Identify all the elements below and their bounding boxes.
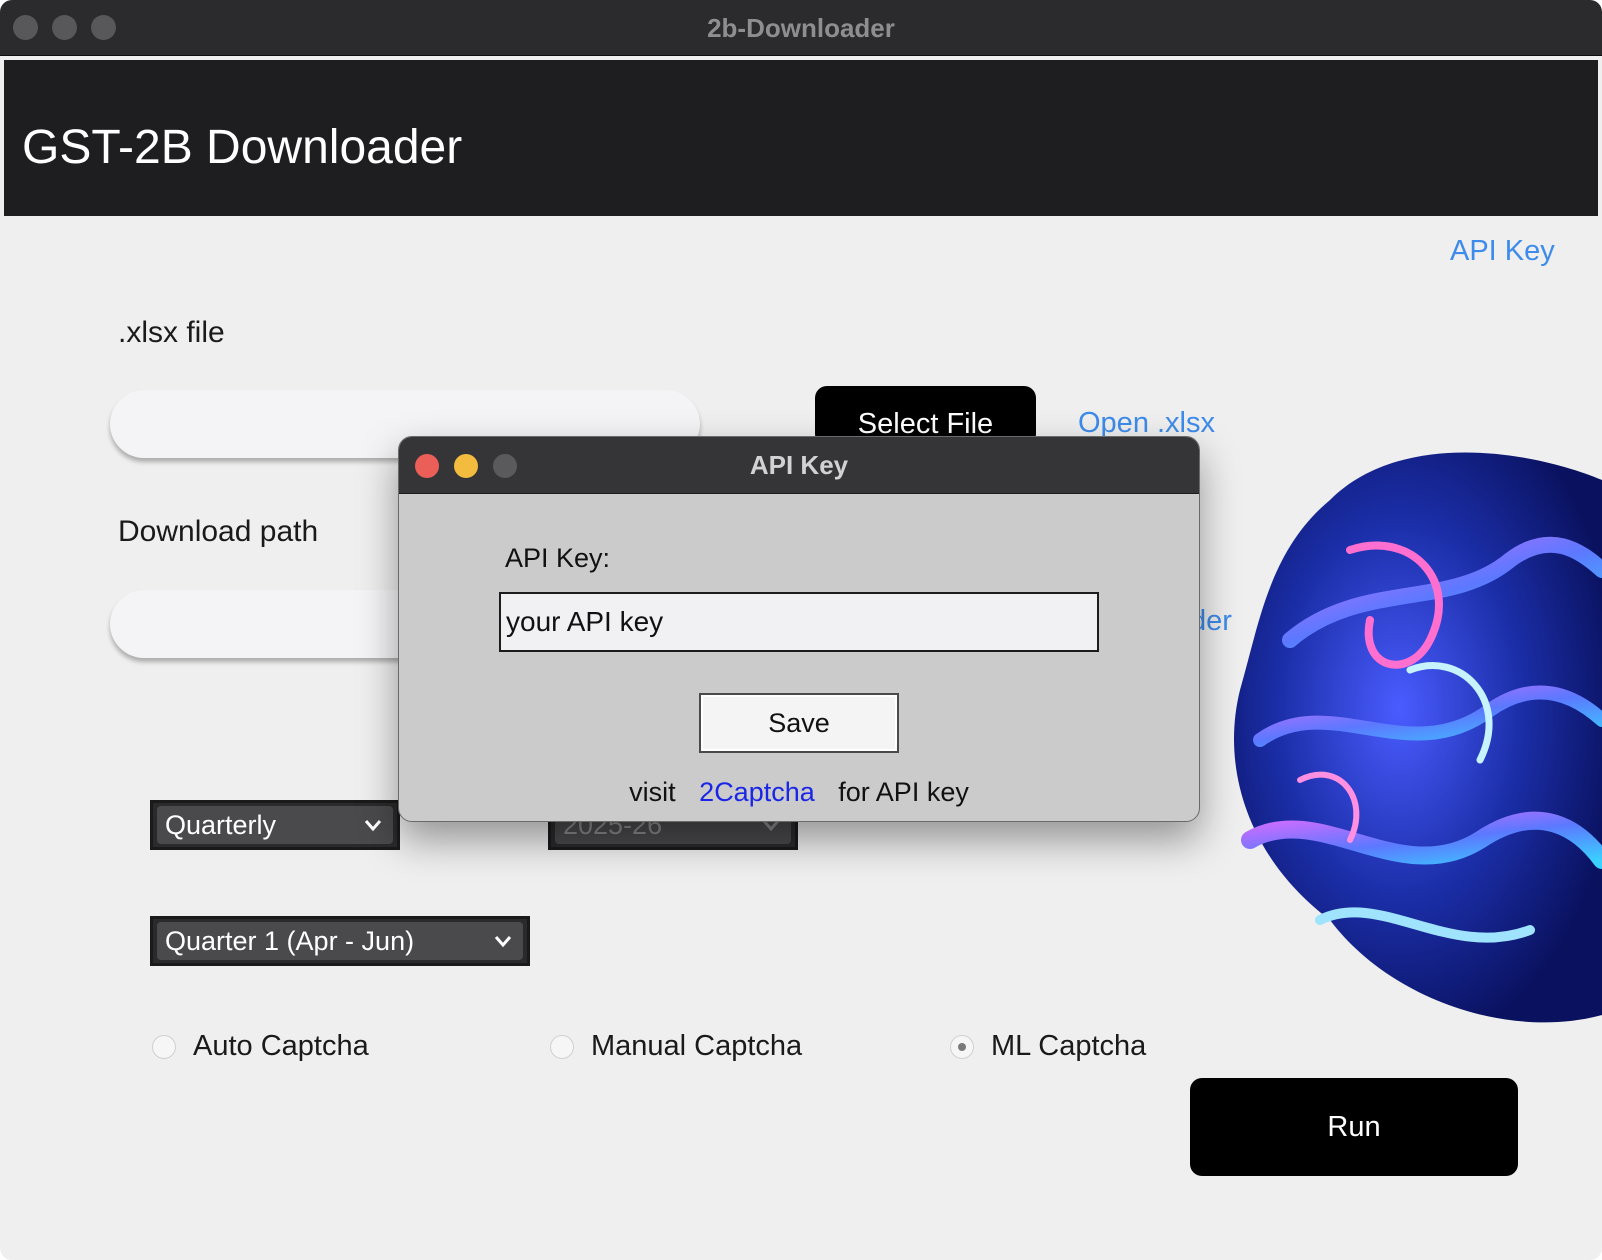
window-titlebar: 2b-Downloader	[0, 0, 1602, 56]
api-key-dialog: API Key API Key: Save visit 2Captcha for…	[398, 436, 1200, 822]
app-window: 2b-Downloader GST-2B Downloader API Key …	[0, 0, 1602, 1260]
run-button[interactable]: Run	[1190, 1078, 1518, 1176]
api-key-link[interactable]: API Key	[1450, 235, 1555, 268]
app-header: GST-2B Downloader	[4, 60, 1598, 216]
manual-captcha-radio[interactable]	[550, 1035, 574, 1059]
dialog-footer: visit 2Captcha for API key	[399, 777, 1199, 808]
download-path-label: Download path	[118, 515, 319, 548]
quarter-select[interactable]: Quarter 1 (Apr - Jun)	[150, 916, 530, 966]
api-key-input[interactable]	[499, 592, 1099, 652]
abstract-art-image	[1234, 452, 1602, 1023]
2captcha-link[interactable]: 2Captcha	[699, 777, 815, 807]
api-key-field-label: API Key:	[505, 543, 611, 573]
chevron-down-icon	[364, 820, 382, 832]
footer-prefix: visit	[629, 777, 676, 807]
manual-captcha-label: Manual Captcha	[591, 1030, 803, 1062]
save-button[interactable]: Save	[699, 693, 899, 753]
footer-suffix: for API key	[838, 777, 969, 807]
xlsx-file-label: .xlsx file	[118, 316, 225, 349]
ml-captcha-label: ML Captcha	[991, 1030, 1147, 1062]
quarter-select-value: Quarter 1 (Apr - Jun)	[165, 926, 415, 956]
dialog-titlebar: API Key	[399, 437, 1199, 494]
window-title: 2b-Downloader	[707, 13, 895, 43]
ml-captcha-radio[interactable]	[950, 1035, 974, 1059]
app-title: GST-2B Downloader	[22, 121, 463, 174]
frequency-select[interactable]: Quarterly	[150, 800, 400, 850]
auto-captcha-radio[interactable]	[152, 1035, 176, 1059]
dialog-title: API Key	[749, 450, 849, 480]
frequency-select-value: Quarterly	[165, 810, 277, 840]
chevron-down-icon	[494, 936, 512, 948]
auto-captcha-label: Auto Captcha	[193, 1030, 369, 1062]
